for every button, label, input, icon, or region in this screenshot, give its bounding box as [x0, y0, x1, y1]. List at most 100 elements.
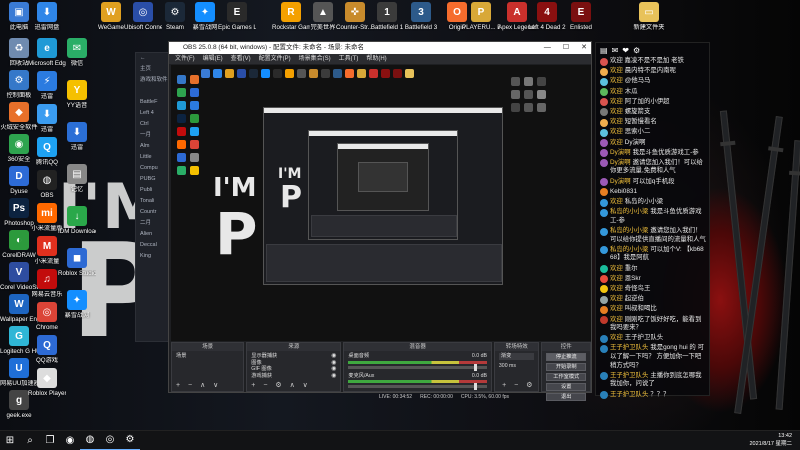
visibility-eye-icon[interactable]: ◉: [331, 373, 336, 380]
user-avatar[interactable]: [600, 108, 608, 117]
user-avatar[interactable]: [600, 149, 608, 158]
obs-window[interactable]: OBS 25.0.8 (64 bit, windows) - 配置文件: 未命名…: [168, 41, 592, 401]
obs-control-button[interactable]: 开始录制: [546, 363, 587, 371]
message-icon[interactable]: ✉: [612, 46, 619, 55]
chat-username[interactable]: 欢迎: [610, 77, 623, 84]
chat-username[interactable]: 欢迎: [610, 98, 623, 105]
system-clock[interactable]: 13:42 2021/8/17 星期二: [750, 433, 793, 448]
user-avatar[interactable]: [600, 128, 608, 137]
volume-slider[interactable]: [348, 383, 487, 390]
desktop-icon[interactable]: ◼ Roblox Studio: [58, 248, 96, 277]
app-chrome[interactable]: ◎: [100, 431, 120, 450]
user-avatar[interactable]: [600, 77, 608, 86]
user-avatar[interactable]: [600, 139, 608, 147]
chat-username[interactable]: 欢迎: [610, 139, 623, 146]
chat-username[interactable]: 私岛的小小梁: [610, 246, 648, 253]
user-avatar[interactable]: [600, 118, 608, 127]
task-view-button[interactable]: ❐: [40, 431, 60, 450]
desktop-icon[interactable]: Q QQ游戏: [28, 335, 66, 364]
app-obs[interactable]: ◍: [80, 431, 100, 450]
user-avatar[interactable]: [600, 57, 608, 66]
scene-item[interactable]: 场景: [176, 353, 239, 360]
chat-username[interactable]: 私岛的小小梁: [610, 208, 648, 215]
user-avatar[interactable]: [600, 391, 608, 400]
user-avatar[interactable]: [600, 295, 608, 304]
chat-username[interactable]: 欢迎: [610, 305, 623, 312]
chat-username[interactable]: 欢迎: [610, 334, 623, 341]
obs-control-button[interactable]: 工作室模式: [546, 373, 587, 381]
desktop-icon[interactable]: Y YY语音: [58, 80, 96, 109]
chat-username[interactable]: 欢迎: [610, 198, 623, 205]
chat-username[interactable]: 欢迎: [610, 128, 623, 135]
search-button[interactable]: ⌕: [20, 431, 40, 450]
user-avatar[interactable]: [600, 344, 608, 353]
user-avatar[interactable]: [600, 372, 608, 381]
chat-username[interactable]: 欢迎: [610, 108, 623, 115]
source-item[interactable]: 游戏捕获 ◉: [251, 373, 336, 380]
transition-select[interactable]: 渐变: [498, 353, 535, 360]
desktop-icon[interactable]: ↓ IDM Downloader: [58, 206, 96, 235]
desktop-icon[interactable]: 4 Left 4 Dead 2: [528, 2, 566, 31]
user-avatar[interactable]: [600, 208, 608, 217]
list-icon[interactable]: ▤: [600, 46, 608, 55]
obs-menu-item[interactable]: 配置文件(P): [259, 54, 291, 64]
desktop-icon[interactable]: P PLAYERU... BATTLEGR...: [462, 2, 500, 31]
chat-username[interactable]: 欢迎: [610, 275, 623, 282]
sources-toolbar[interactable]: + − ⚙ ∧ ∨: [251, 381, 310, 389]
chat-username[interactable]: 欢迎: [610, 88, 623, 95]
user-avatar[interactable]: [600, 67, 608, 76]
obs-menu-item[interactable]: 工具(T): [339, 54, 359, 64]
obs-title-bar[interactable]: OBS 25.0.8 (64 bit, windows) - 配置文件: 未命名…: [169, 42, 591, 54]
chat-username[interactable]: 欢迎: [610, 295, 623, 302]
desktop-icon[interactable]: E Epic Games Launcher: [218, 2, 256, 31]
gear-icon[interactable]: ⚙: [633, 46, 640, 55]
obs-menu-item[interactable]: 编辑(E): [203, 54, 223, 64]
user-avatar[interactable]: [600, 198, 608, 207]
desktop-icon[interactable]: ▭ 新建文件夹: [630, 2, 668, 31]
chat-username[interactable]: 私岛的小小梁: [610, 227, 648, 234]
chat-username[interactable]: 王子护卫队头: [610, 391, 648, 398]
transitions-toolbar[interactable]: + − ⚙: [502, 381, 535, 389]
chat-username[interactable]: 欢迎: [610, 285, 623, 292]
user-avatar[interactable]: [600, 188, 608, 197]
obs-control-button[interactable]: 设置: [546, 383, 587, 391]
obs-menu-item[interactable]: 帮助(H): [366, 54, 386, 64]
chat-username[interactable]: Dy演啊: [610, 159, 631, 166]
chat-username[interactable]: 欢迎: [610, 67, 623, 74]
app-netease[interactable]: ◉: [60, 431, 80, 450]
obs-preview[interactable]: I'M P I'M P: [171, 65, 591, 341]
scenes-toolbar[interactable]: + − ∧ ∨: [176, 381, 221, 389]
chat-username[interactable]: 王子护卫队头: [610, 372, 648, 379]
user-avatar[interactable]: [600, 334, 608, 343]
user-avatar[interactable]: [600, 265, 608, 274]
obs-menu-item[interactable]: 查看(V): [231, 54, 251, 64]
maximize-button[interactable]: ☐: [563, 42, 569, 54]
transition-duration[interactable]: 300 ms: [499, 363, 535, 370]
danmaku-chat-panel[interactable]: ▤ ✉ ❤ ⚙ 欢迎 嘉凌不是不是加 老铁 欢迎 晨内特不是内南呢 欢迎 @他马马 欢迎 木瓜 欢迎…: [595, 42, 710, 400]
chat-username[interactable]: 欢迎: [610, 316, 623, 323]
user-avatar[interactable]: [600, 178, 608, 187]
user-avatar[interactable]: [600, 98, 608, 107]
desktop-icon[interactable]: ◆ Roblox Player: [28, 368, 66, 397]
user-avatar[interactable]: [600, 305, 608, 314]
desktop-icon[interactable]: 3 Battlefield 3: [402, 2, 440, 31]
desktop-icon[interactable]: ▤ 记忆: [58, 164, 96, 193]
chat-username[interactable]: Dy演啊: [610, 178, 631, 185]
user-avatar[interactable]: [600, 227, 608, 236]
chat-username[interactable]: 欢迎: [610, 118, 623, 125]
user-avatar[interactable]: [600, 159, 608, 168]
desktop-icon[interactable]: ⬇ 迅雷网盘: [28, 2, 66, 31]
user-avatar[interactable]: [600, 316, 608, 324]
user-avatar[interactable]: [600, 88, 608, 97]
chat-username[interactable]: 王子护卫队头: [610, 344, 648, 351]
obs-menu-item[interactable]: 文件(F): [175, 54, 195, 64]
user-avatar[interactable]: [600, 285, 608, 294]
user-avatar[interactable]: [600, 246, 608, 255]
obs-menu-item[interactable]: 场景集合(S): [299, 54, 331, 64]
desktop-icon[interactable]: E Enlisted: [562, 2, 600, 31]
desktop-icon[interactable]: ⬇ 迅雷: [58, 122, 96, 151]
desktop-icon[interactable]: ✦ 暴雪战网: [58, 290, 96, 319]
desktop-icon[interactable]: 1 Battlefield 1: [368, 2, 406, 31]
volume-slider[interactable]: [348, 363, 487, 371]
minimize-button[interactable]: —: [544, 42, 551, 54]
